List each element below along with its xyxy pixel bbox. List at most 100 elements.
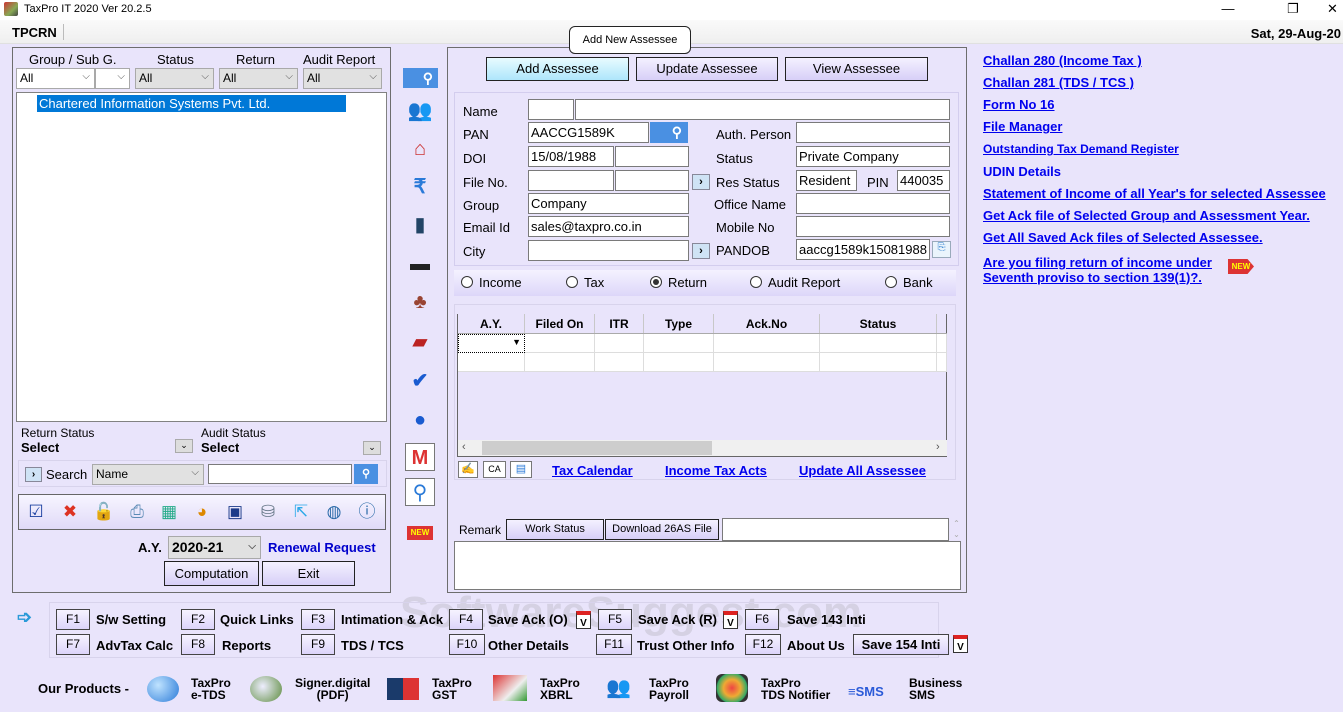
minimize-button[interactable]: — [1205,0,1251,20]
search-field-select[interactable]: Name ⌵ [92,464,204,485]
f7-label[interactable]: AdvTax Calc [96,638,173,653]
challan-281-link[interactable]: Challan 281 (TDS / TCS ) [983,75,1134,90]
radio-audit-report[interactable]: Audit Report [750,275,840,290]
grid-header-type[interactable]: Type [644,314,714,334]
grid-cell[interactable] [525,334,595,353]
print-icon[interactable]: ⎙ [123,499,151,525]
res-status-input[interactable]: Resident [796,170,857,191]
grid-cell-ay-dropdown[interactable]: ▼ [458,334,525,353]
f8-label[interactable]: Reports [222,638,271,653]
pie-chart-icon[interactable]: ◕ [188,499,216,525]
city-expand-button[interactable]: › [692,243,710,259]
signature-icon[interactable]: ✍ [458,461,478,478]
tpcrn-label[interactable]: TPCRN [12,25,57,40]
audit-status-dropdown-button[interactable]: ⌄ [363,441,381,455]
f10-button[interactable]: F10 [449,634,485,655]
grid-cell[interactable] [595,353,644,372]
book-icon[interactable]: ▰ [405,328,435,356]
file-no-extra-input[interactable] [615,170,689,191]
ay-select[interactable]: 2020-21 ⌵ [168,536,261,559]
challan-280-link[interactable]: Challan 280 (Income Tax ) [983,53,1142,68]
assessee-listbox[interactable]: Chartered Information Systems Pvt. Ltd. [16,92,387,422]
pin-input[interactable]: 440035 [897,170,950,191]
get-ack-file-group-link[interactable]: Get Ack file of Selected Group and Asses… [983,208,1310,223]
return-badge-icon[interactable]: ● [405,406,435,434]
horizontal-scrollbar[interactable]: ‹ › [458,440,947,456]
f11-button[interactable]: F11 [596,634,632,655]
grid-cell[interactable] [820,353,937,372]
file-no-input[interactable] [528,170,614,191]
unlock-icon[interactable]: 🔓 [90,499,118,525]
document-icon[interactable]: ▤ [510,461,532,478]
grid-cell[interactable] [458,353,525,372]
f2-button[interactable]: F2 [181,609,215,630]
pandob-input[interactable]: aaccg1589k15081988 [796,239,930,260]
grid-cell[interactable] [644,353,714,372]
f3-label[interactable]: Intimation & Ack [341,612,443,627]
grid-header-status[interactable]: Status [820,314,937,334]
grid-cell[interactable] [525,353,595,372]
product-tds-notifier[interactable]: TaxPro TDS Notifier [761,677,830,701]
product-gst[interactable]: TaxPro GST [432,677,472,701]
radio-return[interactable]: Return [650,275,707,290]
product-business-sms[interactable]: Business SMS [909,677,962,701]
f5-button[interactable]: F5 [598,609,632,630]
search-input[interactable] [208,464,352,484]
status-select[interactable]: All ⌵ [135,68,214,89]
city-input[interactable] [528,240,689,261]
briefcase-icon[interactable]: ▬ [405,250,435,278]
returns-grid[interactable]: A.Y. Filed On ITR Type Ack.No Status ▼ ‹… [457,314,947,457]
f6-button[interactable]: F6 [745,609,779,630]
house-property-icon[interactable]: ⌂ [405,135,435,163]
return-select[interactable]: All ⌵ [219,68,298,89]
grid-header-ay[interactable]: A.Y. [458,314,525,334]
computation-button[interactable]: Computation [164,561,259,586]
file-no-expand-button[interactable]: › [692,174,710,190]
f9-button[interactable]: F9 [301,634,335,655]
new-arrow-icon[interactable]: NEW [407,526,433,540]
arrow-right-icon[interactable]: ➩ [17,607,41,627]
assessee-users-icon[interactable]: 👥 [405,97,435,125]
tds-notifier-product-icon[interactable] [716,674,748,702]
f12-button[interactable]: F12 [745,634,781,655]
xbrl-product-icon[interactable] [493,675,527,701]
rupee-icon[interactable]: ₹ [405,173,435,201]
proviso-link-line2[interactable]: Seventh proviso to section 139(1)?. [983,270,1202,285]
grid-cell[interactable] [820,334,937,353]
product-etds[interactable]: TaxPro e-TDS [191,677,231,701]
f10-label[interactable]: Other Details [488,638,569,653]
save-restore-icon[interactable]: ▣ [221,499,249,525]
product-signer-digital[interactable]: Signer.digital (PDF) [295,677,370,701]
v-document-icon[interactable]: V [576,611,591,629]
grid-cell[interactable] [595,334,644,353]
f4-button[interactable]: F4 [449,609,483,630]
signer-digital-product-icon[interactable] [250,676,282,702]
doi-extra-input[interactable] [615,146,689,167]
pan-search-button[interactable]: ⚲ [650,122,688,143]
calculator-icon[interactable]: ▦ [155,499,183,525]
product-payroll[interactable]: TaxPro Payroll [649,677,689,701]
delete-icon[interactable]: ✖ [56,499,84,525]
side-search-icon[interactable]: ⚲ [403,68,438,88]
radio-income[interactable]: Income [461,275,522,290]
payroll-product-icon[interactable]: 👥 [606,677,638,699]
f7-button[interactable]: F7 [56,634,90,655]
grid-header-ack-no[interactable]: Ack.No [714,314,820,334]
tree-icon[interactable]: ♣ [405,288,435,316]
download-26as-button[interactable]: Download 26AS File [605,519,719,540]
web-icon[interactable]: ◍ [320,499,348,525]
grid-cell[interactable] [714,334,820,353]
f12-label[interactable]: About Us [787,638,845,653]
business-sms-product-icon[interactable]: ≡SMS [848,678,902,700]
income-tax-acts-link[interactable]: Income Tax Acts [665,463,767,478]
email-input[interactable]: sales@taxpro.co.in [528,216,689,237]
info-icon[interactable]: ⓘ [353,499,381,525]
f8-button[interactable]: F8 [181,634,215,655]
f1-label[interactable]: S/w Setting [96,612,166,627]
f2-label[interactable]: Quick Links [220,612,294,627]
tick-icon[interactable]: ✔ [405,367,435,395]
gst-product-icon[interactable] [387,678,419,700]
scroll-left-icon[interactable]: ‹ [462,441,466,453]
database-icon[interactable]: ⛁ [254,499,282,525]
outstanding-tax-demand-link[interactable]: Outstanding Tax Demand Register [983,142,1179,156]
